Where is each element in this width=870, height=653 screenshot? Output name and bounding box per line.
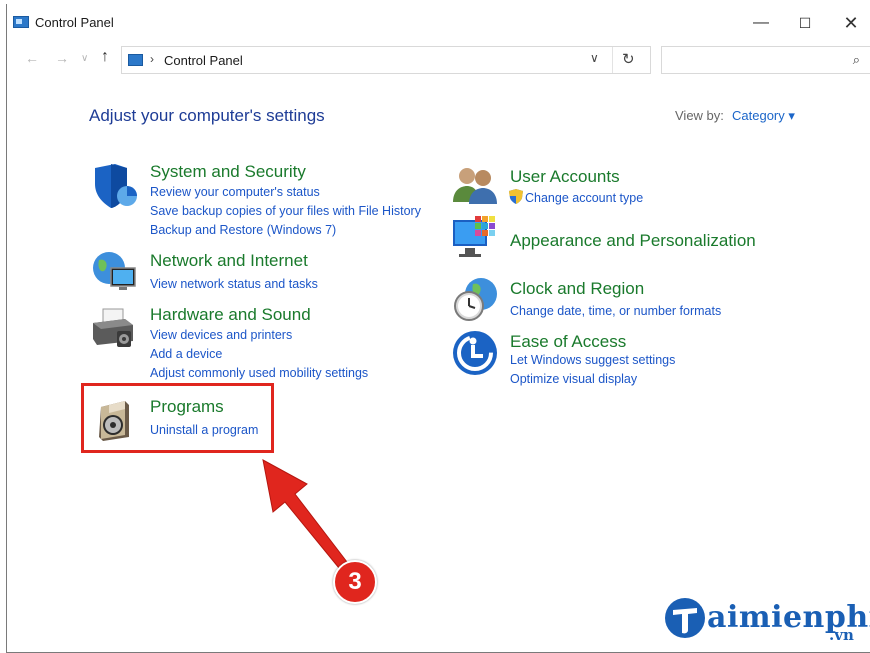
maximize-button[interactable]: ☐ xyxy=(785,10,825,36)
category-title[interactable]: Network and Internet xyxy=(150,251,308,271)
control-panel-icon xyxy=(13,16,29,28)
category-title[interactable]: User Accounts xyxy=(510,167,620,187)
refresh-button[interactable]: ↻ xyxy=(622,50,635,68)
control-panel-window: Control Panel — ☐ ✕ ← → ∨ ↑ › Control Pa… xyxy=(6,4,870,653)
breadcrumb-separator[interactable]: › xyxy=(150,52,154,66)
address-dropdown-button[interactable]: ∨ xyxy=(590,51,599,65)
link-devices-printers[interactable]: View devices and printers xyxy=(150,328,292,342)
category-title[interactable]: Ease of Access xyxy=(510,332,626,352)
uac-shield-icon xyxy=(509,189,523,204)
forward-button[interactable]: → xyxy=(55,50,69,66)
category-title[interactable]: Hardware and Sound xyxy=(150,305,311,325)
link-optimize-display[interactable]: Optimize visual display xyxy=(510,372,637,386)
link-review-status[interactable]: Review your computer's status xyxy=(150,185,320,199)
users-icon[interactable] xyxy=(451,162,499,210)
link-backup-restore[interactable]: Backup and Restore (Windows 7) xyxy=(150,223,336,237)
up-button[interactable]: ↑ xyxy=(101,48,109,66)
link-mobility-settings[interactable]: Adjust commonly used mobility settings xyxy=(150,366,368,380)
view-by-label: View by: xyxy=(675,108,724,123)
navigation-bar: ← → ∨ ↑ › Control Panel ∨ ↻ ⌕ xyxy=(7,44,870,76)
step-badge: 3 xyxy=(333,560,377,604)
link-file-history[interactable]: Save backup copies of your files with Fi… xyxy=(150,204,421,218)
address-bar[interactable]: › Control Panel ∨ ↻ xyxy=(121,46,651,74)
network-globe-icon[interactable] xyxy=(91,248,139,296)
category-title[interactable]: System and Security xyxy=(150,162,306,182)
divider xyxy=(612,47,613,73)
programs-highlight-box xyxy=(81,383,274,453)
view-by-dropdown[interactable]: Category ▾ xyxy=(732,108,795,124)
title-bar: Control Panel — ☐ ✕ xyxy=(7,4,870,40)
pointer-arrow-icon xyxy=(262,459,348,569)
printer-icon[interactable] xyxy=(91,305,139,353)
link-add-device[interactable]: Add a device xyxy=(150,347,222,361)
control-panel-icon xyxy=(128,54,143,66)
recent-locations-button[interactable]: ∨ xyxy=(81,53,88,64)
display-color-icon[interactable] xyxy=(451,214,499,262)
minimize-button[interactable]: — xyxy=(741,10,781,36)
search-input[interactable]: ⌕ xyxy=(661,46,870,74)
breadcrumb-control-panel[interactable]: Control Panel xyxy=(164,53,243,68)
close-button[interactable]: ✕ xyxy=(831,10,870,36)
shield-icon[interactable] xyxy=(91,162,139,210)
clock-globe-icon[interactable] xyxy=(451,276,499,324)
page-title: Adjust your computer's settings xyxy=(89,106,325,125)
taimienphi-logo-icon xyxy=(665,598,705,638)
window-title: Control Panel xyxy=(35,15,114,30)
link-windows-suggest[interactable]: Let Windows suggest settings xyxy=(510,353,675,367)
category-title[interactable]: Clock and Region xyxy=(510,279,644,299)
category-title[interactable]: Appearance and Personalization xyxy=(510,231,756,251)
watermark-suffix: .vn xyxy=(829,626,854,644)
link-change-account-type[interactable]: Change account type xyxy=(525,191,643,205)
ease-of-access-icon[interactable] xyxy=(451,329,499,377)
link-network-status[interactable]: View network status and tasks xyxy=(150,277,318,291)
watermark-logo: aimienphi .vn xyxy=(661,594,870,646)
link-change-date-time[interactable]: Change date, time, or number formats xyxy=(510,304,721,318)
search-icon[interactable]: ⌕ xyxy=(853,52,860,68)
back-button[interactable]: ← xyxy=(25,50,39,66)
